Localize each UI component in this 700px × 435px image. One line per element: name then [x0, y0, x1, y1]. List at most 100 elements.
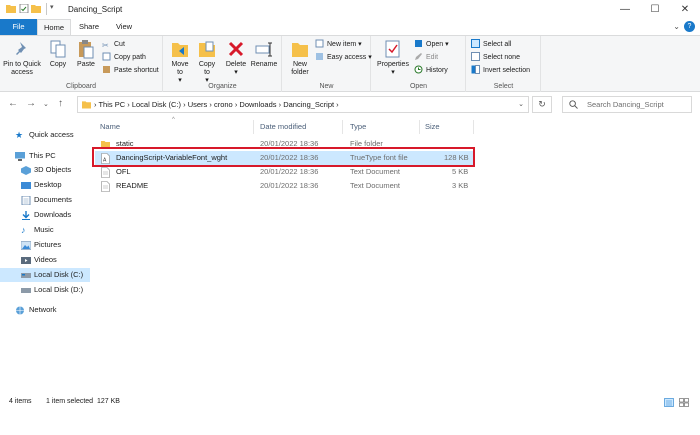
nav-item-quick-access[interactable]: ★ Quick access	[0, 128, 90, 142]
breadcrumb-dancing-script[interactable]: Dancing_Script	[283, 100, 334, 109]
customize-toolbar-icon[interactable]: ▾	[50, 3, 60, 12]
paste-shortcut-icon	[103, 66, 110, 73]
column-header-date[interactable]: Date modified	[260, 122, 306, 131]
copy-button[interactable]: Copy	[45, 39, 71, 69]
select-all-icon	[471, 39, 480, 48]
breadcrumb-local-disk-c[interactable]: Local Disk (C:)	[132, 100, 181, 109]
search-placeholder: Search Dancing_Script	[587, 100, 664, 109]
breadcrumb-downloads[interactable]: Downloads	[239, 100, 276, 109]
new-folder-button[interactable]: New folder	[286, 39, 314, 77]
file-type: Text Document	[350, 181, 401, 190]
pin-quick-access-button[interactable]: Pin to Quick access	[3, 39, 41, 77]
address-dropdown-icon[interactable]: ⌄	[518, 100, 524, 108]
copy-path-button[interactable]: Copy path	[102, 52, 146, 64]
paste-icon	[79, 40, 94, 59]
history-button[interactable]: History	[414, 65, 448, 77]
large-icons-view-icon[interactable]	[679, 398, 689, 407]
collapse-ribbon-icon[interactable]: ⌄	[673, 22, 680, 31]
rename-icon	[255, 42, 272, 57]
help-icon[interactable]: ?	[684, 21, 695, 32]
invert-selection-icon	[471, 65, 480, 74]
nav-item-documents[interactable]: Documents	[0, 193, 90, 207]
nav-item-label: Network	[29, 305, 57, 314]
column-header-size[interactable]: Size	[425, 122, 440, 131]
invert-selection-button[interactable]: Invert selection	[471, 65, 530, 77]
nav-item-local-disk-c[interactable]: Local Disk (C:)	[0, 268, 90, 282]
column-header-type[interactable]: Type	[350, 122, 366, 131]
nav-item-this-pc[interactable]: This PC	[0, 149, 90, 163]
scissors-icon: ✂	[102, 41, 109, 50]
new-item-button[interactable]: New item ▾	[315, 39, 362, 51]
nav-item-label: Music	[34, 225, 54, 234]
nav-item-downloads[interactable]: Downloads	[0, 208, 90, 222]
column-header-name[interactable]: Name	[100, 122, 120, 131]
documents-icon	[21, 196, 31, 205]
edit-icon	[415, 53, 422, 60]
rename-button[interactable]: Rename	[250, 39, 278, 69]
back-arrow-icon[interactable]: ←	[8, 98, 18, 109]
paste-label: Paste	[77, 61, 95, 68]
properties-quick-icon[interactable]	[19, 4, 29, 13]
tab-share[interactable]: Share	[73, 19, 105, 35]
tab-home[interactable]: Home	[37, 19, 71, 35]
window-title: Dancing_Script	[68, 5, 123, 14]
column-divider[interactable]	[342, 120, 343, 134]
move-to-button[interactable]: Move to ▾	[168, 39, 192, 85]
select-all-button[interactable]: Select all	[471, 39, 511, 51]
file-size: 5 KB	[452, 167, 469, 176]
clipboard-group: Pin to Quick access Copy Paste ✂ Cut Copy…	[0, 36, 163, 92]
desktop-icon	[21, 182, 31, 189]
paste-button[interactable]: Paste	[73, 39, 99, 69]
table-row[interactable]: README 20/01/2022 18:36 Text Document 3 …	[95, 179, 475, 193]
select-none-button[interactable]: Select none	[471, 52, 520, 64]
breadcrumb-this-pc[interactable]: This PC	[98, 100, 125, 109]
up-arrow-icon[interactable]: ↑	[58, 98, 63, 109]
nav-item-3d-objects[interactable]: 3D Objects	[0, 163, 90, 177]
new-folder-quick-icon[interactable]	[31, 4, 41, 13]
recent-locations-chevron-icon[interactable]: ⌄	[43, 100, 49, 108]
edit-button[interactable]: Edit	[414, 52, 438, 64]
nav-item-desktop[interactable]: Desktop	[0, 178, 90, 192]
status-item-count: 4 items	[9, 398, 32, 405]
column-divider[interactable]	[473, 120, 474, 134]
address-bar[interactable]: › This PC › Local Disk (C:) › Users › cr…	[77, 96, 529, 113]
table-row[interactable]: OFL 20/01/2022 18:36 Text Document 5 KB	[95, 165, 475, 179]
easy-access-button[interactable]: Easy access ▾	[315, 52, 372, 64]
details-view-icon[interactable]	[664, 398, 674, 407]
forward-arrow-icon[interactable]: →	[26, 98, 36, 109]
open-button[interactable]: Open ▾	[414, 39, 449, 51]
copy-to-button[interactable]: Copy to ▾	[195, 39, 219, 85]
highlight-annotation	[92, 147, 475, 167]
column-divider[interactable]	[253, 120, 254, 134]
column-divider[interactable]	[419, 120, 420, 134]
edit-label: Edit	[426, 54, 439, 61]
minimize-button[interactable]: —	[610, 0, 640, 19]
close-button[interactable]: ✕	[670, 0, 700, 19]
address-folder-icon	[82, 101, 91, 109]
paste-shortcut-button[interactable]: Paste shortcut	[102, 65, 159, 77]
tab-view[interactable]: View	[108, 19, 140, 35]
maximize-button[interactable]: ☐	[640, 0, 670, 19]
search-box[interactable]: Search Dancing_Script	[562, 96, 692, 113]
delete-button[interactable]: Delete ▾	[224, 39, 248, 77]
nav-item-videos[interactable]: Videos	[0, 253, 90, 267]
search-icon	[569, 100, 578, 109]
downloads-icon	[22, 211, 30, 220]
properties-button[interactable]: Properties ▾	[374, 39, 412, 77]
nav-item-pictures[interactable]: Pictures	[0, 238, 90, 252]
move-to-label: Move to	[171, 61, 189, 76]
new-folder-icon	[292, 43, 308, 57]
cut-button[interactable]: ✂ Cut	[102, 39, 125, 51]
nav-item-network[interactable]: Network	[0, 303, 90, 317]
nav-item-music[interactable]: ♪ Music	[0, 223, 90, 237]
file-name: README	[116, 181, 149, 190]
file-name: OFL	[116, 167, 131, 176]
refresh-button[interactable]: ↻	[532, 96, 552, 113]
easy-access-label: Easy access	[327, 54, 367, 61]
nav-item-local-disk-d[interactable]: Local Disk (D:)	[0, 283, 90, 297]
select-all-label: Select all	[483, 41, 512, 48]
breadcrumb-users[interactable]: Users	[188, 100, 208, 109]
text-file-icon	[101, 167, 110, 178]
breadcrumb-crono[interactable]: crono	[214, 100, 233, 109]
tab-file[interactable]: File	[0, 19, 37, 35]
